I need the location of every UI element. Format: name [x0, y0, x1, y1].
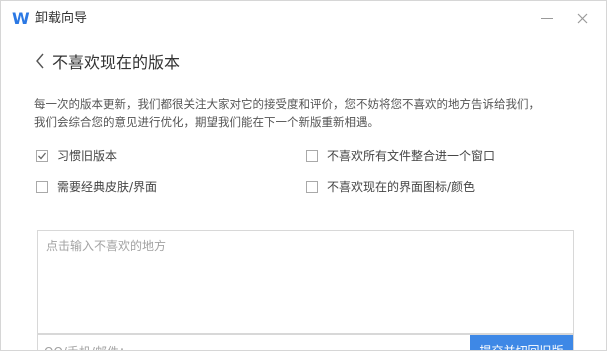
option-label: 不喜欢现在的界面图标/颜色 [327, 180, 476, 194]
close-button[interactable] [570, 7, 594, 29]
feedback-textarea[interactable]: 点击输入不喜欢的地方 [37, 230, 574, 334]
chevron-left-icon[interactable] [34, 51, 46, 71]
checkbox-single-window[interactable] [306, 149, 318, 162]
checkbox-old-version[interactable] [36, 149, 48, 162]
option-classic-skin[interactable]: 需要经典皮肤/界面 [36, 178, 157, 195]
submit-switch-back-button[interactable]: 提交并切回旧版 [470, 335, 573, 350]
option-label: 不喜欢所有文件整合进一个窗口 [327, 149, 496, 163]
back-navigation[interactable]: 不喜欢现在的版本 [34, 48, 180, 74]
checkbox-classic-skin[interactable] [36, 180, 48, 193]
uninstall-wizard-window: W 卸载向导 不喜欢现在的版本 每一次的版本更新，我们都很关注大家对它的接受度和… [0, 0, 607, 351]
description-line-2: 我们会综合您的意见进行优化，期望我们能在下一个新版重新相遇。 [34, 115, 379, 129]
contact-row: QQ/手机/邮件： 提交并切回旧版 [37, 334, 574, 350]
window-title: 卸载向导 [35, 11, 88, 26]
feedback-placeholder: 点击输入不喜欢的地方 [46, 239, 167, 253]
option-label: 需要经典皮肤/界面 [57, 180, 158, 194]
description-line-1: 每一次的版本更新，我们都很关注大家对它的接受度和评价，您不妨将您不喜欢的地方告诉… [34, 97, 540, 111]
checkbox-icon-color[interactable] [306, 180, 318, 193]
option-icon-color[interactable]: 不喜欢现在的界面图标/颜色 [306, 178, 475, 195]
option-label: 习惯旧版本 [57, 149, 118, 163]
wps-logo-icon: W [12, 9, 30, 28]
minimize-button[interactable] [535, 7, 559, 29]
option-single-window[interactable]: 不喜欢所有文件整合进一个窗口 [306, 147, 495, 164]
title-bar: W 卸载向导 [1, 1, 606, 35]
page-title: 不喜欢现在的版本 [52, 53, 181, 72]
close-icon [577, 13, 587, 23]
checkmark-icon [38, 152, 47, 159]
description-text: 每一次的版本更新，我们都很关注大家对它的接受度和评价，您不妨将您不喜欢的地方告诉… [34, 95, 579, 131]
minimize-icon [541, 17, 553, 19]
option-old-version[interactable]: 习惯旧版本 [36, 147, 117, 164]
